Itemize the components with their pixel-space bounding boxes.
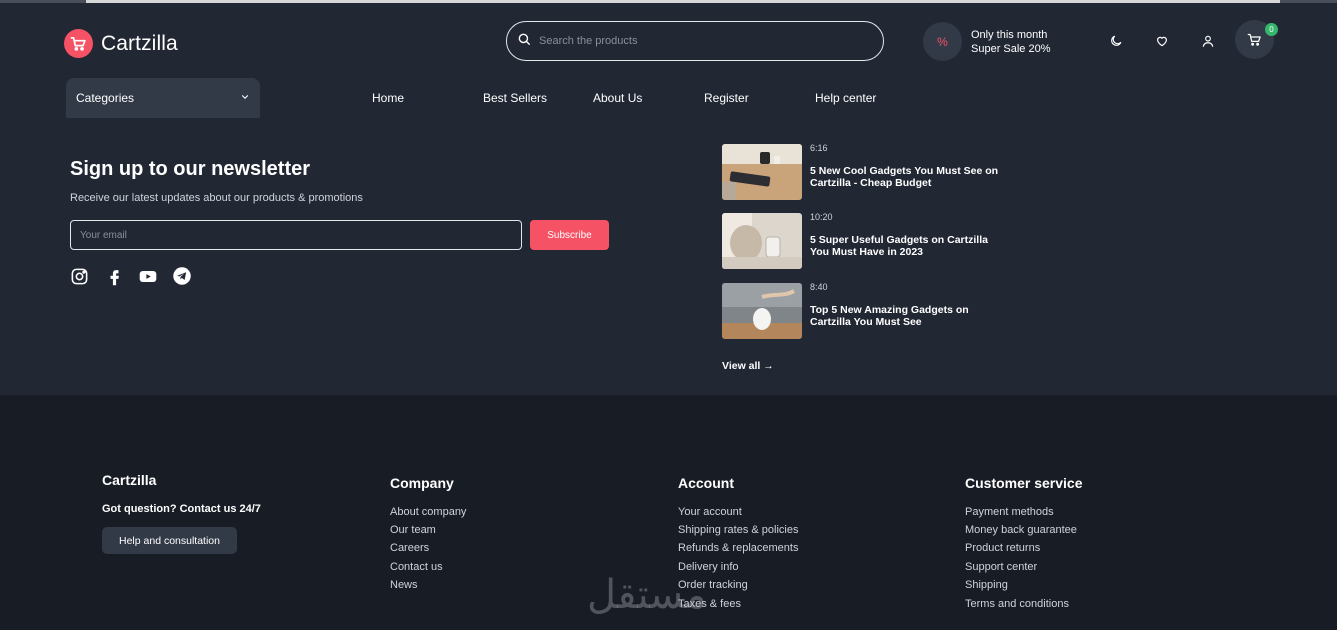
search-bar[interactable] <box>506 21 884 61</box>
footer-account-title: Account <box>678 475 734 491</box>
footer-link-contact-us[interactable]: Contact us <box>390 561 443 573</box>
categories-label: Categories <box>76 91 135 105</box>
newsletter-subtitle: Receive our latest updates about our pro… <box>70 192 363 204</box>
footer-link-refunds[interactable]: Refunds & replacements <box>678 542 798 554</box>
footer-link-terms[interactable]: Terms and conditions <box>965 598 1069 610</box>
footer-link-news[interactable]: News <box>390 579 418 591</box>
nav-about-us[interactable]: About Us <box>593 91 642 105</box>
telegram-icon[interactable] <box>172 266 192 286</box>
promo-line-2: Super Sale 20% <box>971 42 1051 55</box>
footer-link-our-team[interactable]: Our team <box>390 524 436 536</box>
footer-brand: Cartzilla <box>102 472 157 488</box>
footer-contact-text: Got question? Contact us 24/7 <box>102 503 261 515</box>
footer-link-about-company[interactable]: About company <box>390 506 466 518</box>
post-title-1: 5 New Cool Gadgets You Must See on Cartz… <box>810 165 999 189</box>
promo-text: Only this month Super Sale 20% <box>971 28 1051 56</box>
youtube-icon[interactable] <box>138 266 158 286</box>
footer-link-money-back[interactable]: Money back guarantee <box>965 524 1077 536</box>
categories-dropdown[interactable]: Categories <box>66 78 260 118</box>
newsletter-title: Sign up to our newsletter <box>70 158 311 180</box>
post-duration-3: 8:40 <box>810 282 828 292</box>
post-thumbnail-3 <box>722 283 802 339</box>
post-title-2: 5 Super Useful Gadgets on Cartzilla You … <box>810 234 988 258</box>
watermark-logo: مستقل <box>587 572 707 618</box>
view-all-link[interactable]: View all → <box>722 360 774 372</box>
post-title-3: Top 5 New Amazing Gadgets on Cartzilla Y… <box>810 304 969 328</box>
brand-name: Cartzilla <box>101 31 178 55</box>
video-post-1[interactable]: 6:16 5 New Cool Gadgets You Must See on … <box>722 143 1002 200</box>
footer-customer-service-title: Customer service <box>965 475 1083 491</box>
promo-line-1: Only this month <box>971 28 1048 41</box>
facebook-icon[interactable] <box>104 266 124 286</box>
page-header: Cartzilla % Only this month Super Sale 2… <box>0 3 1337 395</box>
brand-logo[interactable]: Cartzilla <box>64 29 178 58</box>
nav-home[interactable]: Home <box>372 91 404 105</box>
promo-banner[interactable]: % Only this month Super Sale 20% <box>923 22 1051 61</box>
account-user-icon[interactable] <box>1199 32 1217 50</box>
footer-link-shipping-rates[interactable]: Shipping rates & policies <box>678 524 798 536</box>
footer-link-payment-methods[interactable]: Payment methods <box>965 506 1054 518</box>
search-input[interactable] <box>539 35 859 47</box>
post-thumbnail-2 <box>722 213 802 269</box>
wishlist-heart-icon[interactable] <box>1153 32 1171 50</box>
nav-register[interactable]: Register <box>704 91 749 105</box>
cart-count-badge: 0 <box>1265 23 1278 36</box>
footer-link-shipping[interactable]: Shipping <box>965 579 1008 591</box>
footer-link-careers[interactable]: Careers <box>390 542 429 554</box>
post-thumbnail-1 <box>722 144 802 200</box>
footer-company-title: Company <box>390 475 454 491</box>
subscribe-button[interactable]: Subscribe <box>530 220 609 250</box>
footer-link-product-returns[interactable]: Product returns <box>965 542 1040 554</box>
cart-logo-icon <box>64 29 93 58</box>
instagram-icon[interactable] <box>69 266 89 286</box>
email-field[interactable] <box>70 220 522 250</box>
footer-link-your-account[interactable]: Your account <box>678 506 742 518</box>
post-duration-2: 10:20 <box>810 212 833 222</box>
nav-help-center[interactable]: Help center <box>815 91 876 105</box>
post-duration-1: 6:16 <box>810 143 828 153</box>
help-consultation-button[interactable]: Help and consultation <box>102 527 237 554</box>
footer-link-support-center[interactable]: Support center <box>965 561 1037 573</box>
percent-badge-icon: % <box>923 22 962 61</box>
cart-icon <box>1247 33 1261 46</box>
video-post-3[interactable]: 8:40 Top 5 New Amazing Gadgets on Cartzi… <box>722 282 1002 339</box>
dark-mode-moon-icon[interactable] <box>1107 32 1125 50</box>
chevron-down-icon <box>240 91 250 105</box>
video-post-2[interactable]: 10:20 5 Super Useful Gadgets on Cartzill… <box>722 212 1002 269</box>
nav-best-sellers[interactable]: Best Sellers <box>483 91 547 105</box>
search-icon <box>517 32 531 51</box>
